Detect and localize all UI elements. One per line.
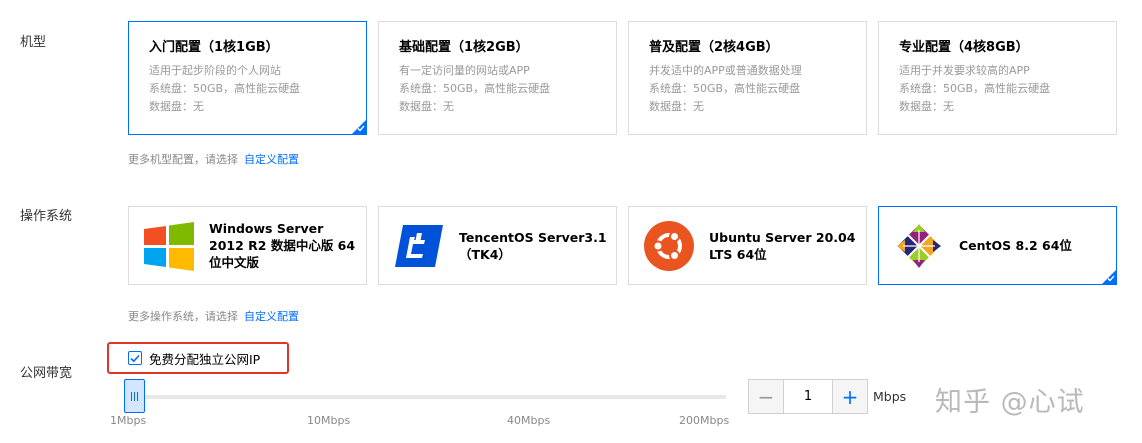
bandwidth-value-input[interactable] — [784, 379, 832, 414]
config-card-title: 普及配置（2核4GB） — [649, 40, 779, 55]
centos-icon — [893, 220, 945, 272]
os-name: Windows Server 2012 R2 数据中心版 64位中文版 — [209, 221, 356, 270]
os-name: TencentOS Server3.1（TK4） — [459, 229, 607, 262]
config-card-entry[interactable]: 入门配置（1核1GB） 适用于起步阶段的个人网站 系统盘：50GB，高性能云硬盘… — [128, 21, 367, 135]
config-card-title: 专业配置（4核8GB） — [899, 40, 1029, 55]
slider-tick-label: 1Mbps — [110, 414, 147, 427]
config-card-system-disk: 系统盘：50GB，高性能云硬盘 — [899, 82, 1051, 95]
windows-icon — [143, 220, 195, 272]
free-public-ip-checkbox[interactable] — [128, 351, 142, 365]
selected-check-icon — [352, 120, 366, 134]
config-card-desc: 适用于起步阶段的个人网站 — [149, 64, 281, 77]
config-card-desc: 适用于并发要求较高的APP — [899, 64, 1030, 77]
model-more-hint-text: 更多机型配置，请选择 — [128, 153, 238, 166]
os-card-ubuntu[interactable]: Ubuntu Server 20.04 LTS 64位 — [628, 206, 867, 285]
slider-tick-label: 200Mbps — [679, 414, 730, 427]
bandwidth-unit: Mbps — [873, 389, 907, 404]
bandwidth-section-label: 公网带宽 — [20, 366, 73, 381]
model-section-label: 机型 — [20, 35, 47, 50]
config-card-data-disk: 数据盘：无 — [649, 100, 704, 113]
config-card-desc: 有一定访问量的网站或APP — [399, 64, 530, 77]
os-more-hint-text: 更多操作系统，请选择 — [128, 310, 238, 323]
slider-tick-label: 40Mbps — [507, 414, 551, 427]
bandwidth-increment-button[interactable]: + — [832, 379, 868, 414]
config-card-data-disk: 数据盘：无 — [149, 100, 204, 113]
config-card-system-disk: 系统盘：50GB，高性能云硬盘 — [399, 82, 551, 95]
watermark: 知乎 @心试 — [935, 387, 1085, 418]
free-public-ip-highlight: 免费分配独立公网IP — [107, 342, 289, 374]
config-card-system-disk: 系统盘：50GB，高性能云硬盘 — [149, 82, 301, 95]
config-card-title: 基础配置（1核2GB） — [399, 40, 529, 55]
model-more-hint: 更多机型配置，请选择 自定义配置 — [128, 151, 299, 167]
config-card-popular[interactable]: 普及配置（2核4GB） 并发适中的APP或普通数据处理 系统盘：50GB，高性能… — [628, 21, 867, 135]
selected-check-icon — [1102, 270, 1116, 284]
os-more-hint: 更多操作系统，请选择 自定义配置 — [128, 308, 299, 324]
config-card-data-disk: 数据盘：无 — [399, 100, 454, 113]
checkmark-icon — [130, 354, 140, 362]
tencentos-icon — [393, 220, 445, 272]
os-card-windows[interactable]: Windows Server 2012 R2 数据中心版 64位中文版 — [128, 206, 367, 285]
os-card-tencentos[interactable]: TencentOS Server3.1（TK4） — [378, 206, 617, 285]
bandwidth-decrement-button[interactable]: − — [748, 379, 784, 414]
config-card-desc: 并发适中的APP或普通数据处理 — [649, 64, 802, 77]
free-public-ip-label[interactable]: 免费分配独立公网IP — [149, 349, 260, 368]
config-card-title: 入门配置（1核1GB） — [149, 40, 279, 55]
config-card-data-disk: 数据盘：无 — [899, 100, 954, 113]
model-custom-config-link[interactable]: 自定义配置 — [244, 153, 299, 166]
os-name: Ubuntu Server 20.04 LTS 64位 — [709, 229, 856, 262]
os-custom-config-link[interactable]: 自定义配置 — [244, 310, 299, 323]
os-name: CentOS 8.2 64位 — [959, 238, 1072, 253]
bandwidth-slider-track[interactable] — [128, 395, 726, 399]
slider-tick-label: 10Mbps — [307, 414, 351, 427]
ubuntu-icon — [643, 220, 695, 272]
bandwidth-slider-handle[interactable] — [124, 379, 145, 413]
config-card-basic[interactable]: 基础配置（1核2GB） 有一定访问量的网站或APP 系统盘：50GB，高性能云硬… — [378, 21, 617, 135]
os-section-label: 操作系统 — [20, 209, 73, 224]
config-card-system-disk: 系统盘：50GB，高性能云硬盘 — [649, 82, 801, 95]
os-card-centos[interactable]: CentOS 8.2 64位 — [878, 206, 1117, 285]
config-card-pro[interactable]: 专业配置（4核8GB） 适用于并发要求较高的APP 系统盘：50GB，高性能云硬… — [878, 21, 1117, 135]
